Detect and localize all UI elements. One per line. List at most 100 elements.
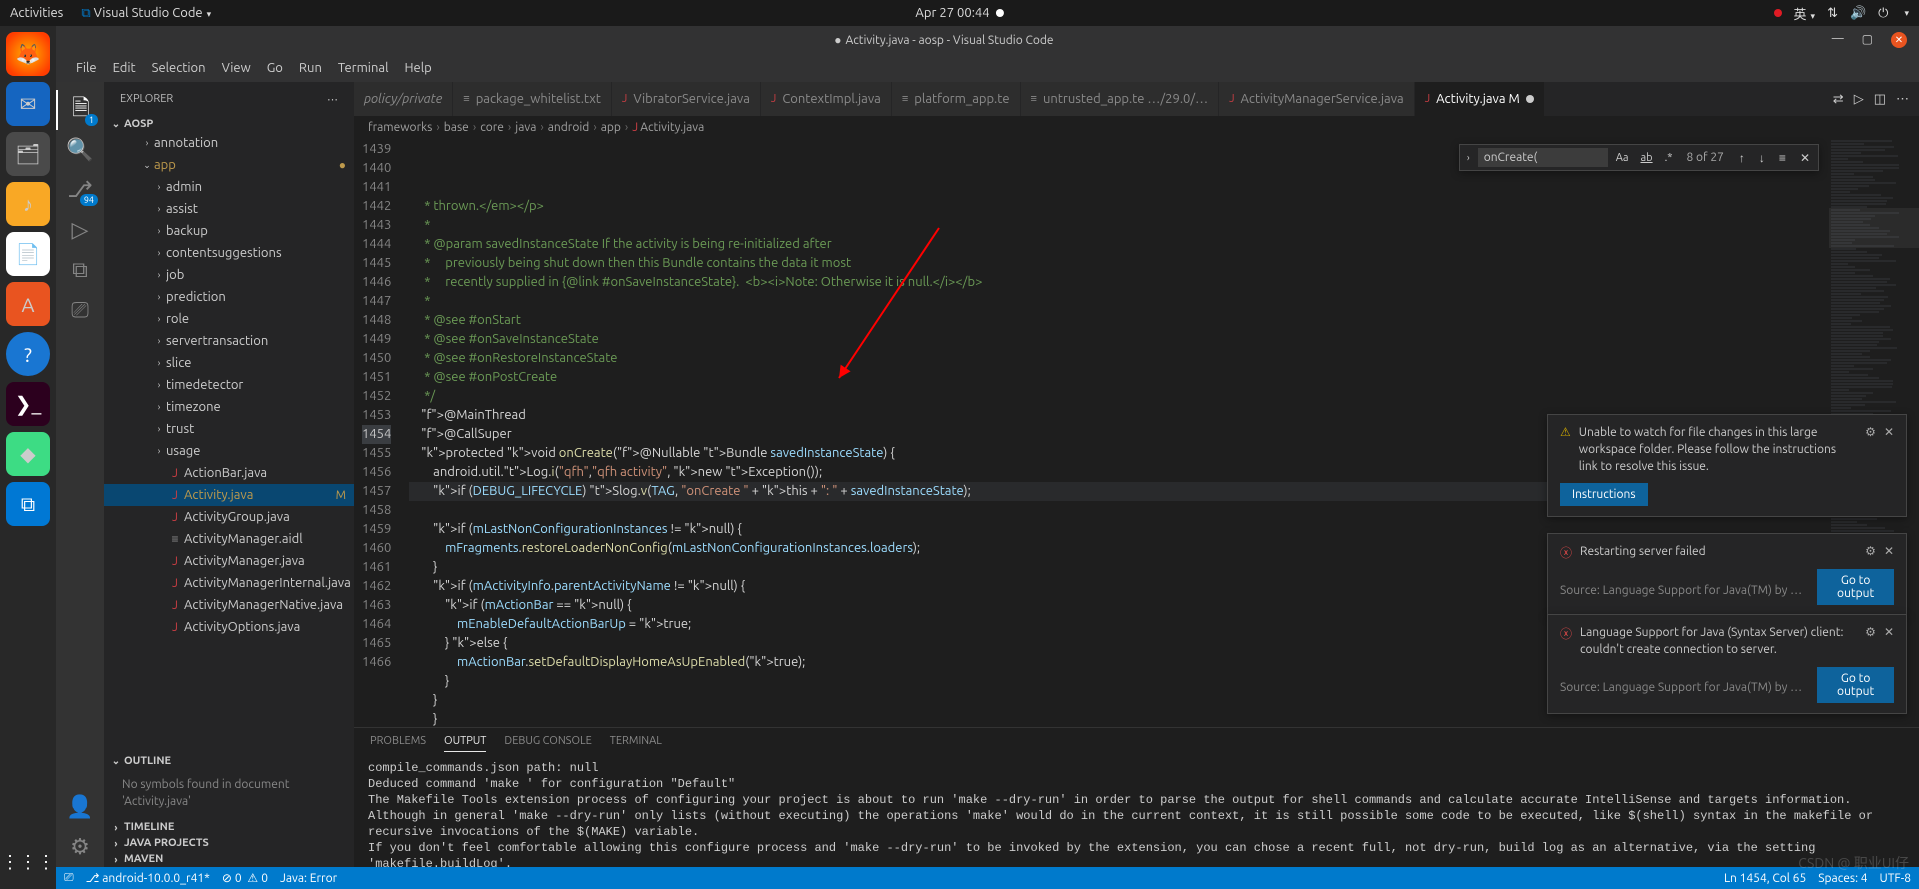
timeline-section[interactable]: ›TIMELINE <box>104 819 354 835</box>
tab-platform-app-te[interactable]: ≡platform_app.te <box>892 82 1021 116</box>
run-icon[interactable]: ▷ <box>1854 92 1864 107</box>
output-content[interactable]: compile_commands.json path: null Deduced… <box>354 758 1919 867</box>
tab-policy-private[interactable]: policy/private <box>354 82 453 116</box>
notification-gear-icon[interactable]: ⚙ <box>1865 544 1876 558</box>
find-close-icon[interactable]: ✕ <box>1795 149 1815 167</box>
breadcrumb-android[interactable]: android <box>548 121 590 134</box>
tree-activity-java[interactable]: JActivity.javaM <box>104 484 354 506</box>
notification-gear-icon[interactable]: ⚙ <box>1865 425 1876 439</box>
breadcrumbs[interactable]: frameworks›base›core›java›android›app›JA… <box>354 116 1919 138</box>
tree-slice[interactable]: ›slice <box>104 352 354 374</box>
java-status[interactable]: Java: Error <box>280 872 337 885</box>
tree-timezone[interactable]: ›timezone <box>104 396 354 418</box>
breadcrumb-core[interactable]: core <box>480 121 504 134</box>
notification-action-button[interactable]: Go to output <box>1817 569 1894 605</box>
java-projects-section[interactable]: ›JAVA PROJECTS <box>104 835 354 851</box>
tree-trust[interactable]: ›trust <box>104 418 354 440</box>
tree-activitymanagerinternal-java[interactable]: JActivityManagerInternal.java <box>104 572 354 594</box>
show-applications[interactable]: ⋮⋮⋮ <box>1 852 55 873</box>
tree-activitymanager-java[interactable]: JActivityManager.java <box>104 550 354 572</box>
find-prev-icon[interactable]: ↑ <box>1734 149 1750 167</box>
tree-servertransaction[interactable]: ›servertransaction <box>104 330 354 352</box>
menu-run[interactable]: Run <box>291 57 330 79</box>
breadcrumb-activity.java[interactable]: JActivity.java <box>632 121 704 134</box>
notification-close-icon[interactable]: ✕ <box>1884 544 1894 558</box>
dock-files[interactable]: 🗂 <box>6 132 50 176</box>
notification-close-icon[interactable]: ✕ <box>1884 425 1894 439</box>
tree-role[interactable]: ›role <box>104 308 354 330</box>
git-branch[interactable]: ⎇ android-10.0.0_r41* <box>86 871 210 885</box>
panel-tab-output[interactable]: OUTPUT <box>444 735 486 752</box>
cursor-position[interactable]: Ln 1454, Col 65 <box>1724 872 1806 885</box>
notification-gear-icon[interactable]: ⚙ <box>1865 625 1876 639</box>
activity-debug[interactable]: ▷ <box>56 210 104 250</box>
dock-help[interactable]: ? <box>6 332 50 376</box>
activity-search[interactable]: 🔍 <box>56 130 104 170</box>
find-case-icon[interactable]: Aa <box>1612 151 1633 165</box>
breadcrumb-java[interactable]: java <box>515 121 536 134</box>
activity-remote[interactable]: ⎚ <box>56 290 104 330</box>
menu-terminal[interactable]: Terminal <box>330 57 397 79</box>
tab-activitymanagerservice-java[interactable]: JActivityManagerService.java <box>1219 82 1415 116</box>
find-regex-icon[interactable]: .* <box>1661 151 1677 165</box>
panel-tab-problems[interactable]: PROBLEMS <box>370 735 426 751</box>
power-icon[interactable]: ⏻ <box>1878 6 1888 21</box>
explorer-more-icon[interactable]: ⋯ <box>327 93 338 106</box>
dock-vscode[interactable]: ⧉ <box>6 482 50 526</box>
tab-untrusted-app-te---29-0--[interactable]: ≡untrusted_app.te …/29.0/… <box>1021 82 1220 116</box>
input-method[interactable]: 英▾ <box>1794 4 1816 23</box>
tree-admin[interactable]: ›admin <box>104 176 354 198</box>
tree-prediction[interactable]: ›prediction <box>104 286 354 308</box>
clock[interactable]: Apr 27 00:44 <box>915 6 989 20</box>
dock-firefox[interactable]: 🦊 <box>6 32 50 76</box>
maven-section[interactable]: ›MAVEN <box>104 851 354 867</box>
breadcrumb-app[interactable]: app <box>601 121 621 134</box>
tab-vibratorservice-java[interactable]: JVibratorService.java <box>612 82 761 116</box>
notification-action-button[interactable]: Instructions <box>1560 483 1648 506</box>
activities-button[interactable]: Activities <box>10 6 63 20</box>
tree-activityoptions-java[interactable]: JActivityOptions.java <box>104 616 354 638</box>
find-toggle-replace[interactable]: › <box>1463 150 1474 165</box>
menu-file[interactable]: File <box>68 57 105 79</box>
remote-indicator[interactable]: ⎚ <box>64 871 74 885</box>
dock-libreoffice[interactable]: 📄 <box>6 232 50 276</box>
compare-changes-icon[interactable]: ⇄ <box>1833 92 1844 107</box>
tree-activitymanager-aidl[interactable]: ≡ActivityManager.aidl <box>104 528 354 550</box>
find-next-icon[interactable]: ↓ <box>1754 149 1770 167</box>
close-button[interactable]: ✕ <box>1891 32 1907 48</box>
panel-tab-terminal[interactable]: TERMINAL <box>610 735 662 751</box>
split-editor-icon[interactable]: ◫ <box>1874 92 1886 107</box>
recording-indicator[interactable] <box>1774 9 1782 17</box>
tree-activitymanagernative-java[interactable]: JActivityManagerNative.java <box>104 594 354 616</box>
workspace-section[interactable]: ⌄AOSP <box>104 116 354 132</box>
dock-terminal[interactable]: ❯_ <box>6 382 50 426</box>
notification-action-button[interactable]: Go to output <box>1817 667 1894 703</box>
dock-thunderbird[interactable]: ✉ <box>6 82 50 126</box>
menu-help[interactable]: Help <box>396 57 439 79</box>
tree-actionbar-java[interactable]: JActionBar.java <box>104 462 354 484</box>
breadcrumb-base[interactable]: base <box>444 121 469 134</box>
dock-software[interactable]: A <box>6 282 50 326</box>
activity-extensions[interactable]: ⧉ <box>56 250 104 290</box>
menu-go[interactable]: Go <box>259 57 291 79</box>
menu-selection[interactable]: Selection <box>144 57 214 79</box>
minimap-viewport[interactable] <box>1829 208 1919 248</box>
tab-package-whitelist-txt[interactable]: ≡package_whitelist.txt <box>453 82 612 116</box>
tree-contentsuggestions[interactable]: ›contentsuggestions <box>104 242 354 264</box>
tab-activity-java--m[interactable]: JActivity.java M <box>1415 82 1545 116</box>
tree-annotation[interactable]: ›annotation <box>104 132 354 154</box>
indent-status[interactable]: Spaces: 4 <box>1818 872 1867 885</box>
panel-tab-debug-console[interactable]: DEBUG CONSOLE <box>504 735 591 751</box>
system-menu-chevron[interactable]: ▾ <box>1904 8 1909 19</box>
activity-settings[interactable]: ⚙ <box>56 827 104 867</box>
focused-app[interactable]: ⧉ Visual Studio Code▾ <box>81 6 211 21</box>
find-input[interactable] <box>1478 148 1608 167</box>
tree-assist[interactable]: ›assist <box>104 198 354 220</box>
menu-edit[interactable]: Edit <box>105 57 144 79</box>
minimize-button[interactable]: — <box>1832 32 1844 48</box>
dock-rhythmbox[interactable]: ♪ <box>6 182 50 226</box>
find-word-icon[interactable]: ab <box>1636 151 1656 165</box>
tree-activitygroup-java[interactable]: JActivityGroup.java <box>104 506 354 528</box>
menu-view[interactable]: View <box>214 57 259 79</box>
tree-backup[interactable]: ›backup <box>104 220 354 242</box>
